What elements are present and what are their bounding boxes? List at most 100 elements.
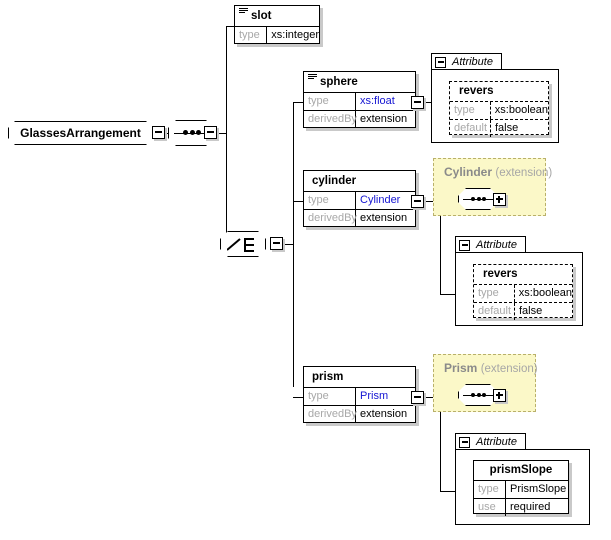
attribute-name: prismSlope (474, 461, 568, 480)
element-box-cylinder[interactable]: cylinder type Cylinder derivedBy extensi… (303, 170, 416, 227)
root-element-label: GlassesArrangement (20, 126, 141, 140)
sphere-collapse-toggle[interactable] (411, 96, 424, 109)
row-key: type (450, 102, 491, 119)
attribute-group-tab[interactable]: Attribute (455, 433, 526, 450)
row-value[interactable]: Prism (356, 388, 388, 405)
attribute-name: revers (474, 265, 572, 284)
row-value: extension (356, 111, 407, 128)
row-value[interactable]: xs:float (356, 93, 395, 110)
row-value: PrismSlope (506, 481, 566, 498)
extension-sequence-icon-cylinder[interactable] (458, 188, 498, 210)
element-row: type Prism (304, 387, 415, 405)
row-key: derivedBy (304, 406, 356, 423)
element-header-slot: slot (235, 6, 319, 26)
attribute-group-tab[interactable]: Attribute (431, 53, 502, 70)
element-box-slot[interactable]: slot type xs:integer (234, 5, 320, 44)
row-key: use (474, 499, 506, 516)
connector-branch-cylinder (293, 201, 303, 202)
extension-expand-toggle-prism[interactable] (493, 389, 506, 402)
attribute-row: default false (474, 302, 572, 320)
connector-branch-sphere (293, 102, 303, 103)
choice-collapse-toggle[interactable] (270, 237, 283, 250)
element-box-prism[interactable]: prism type Prism derivedBy extension (303, 366, 416, 423)
attribute-box-prismslope[interactable]: prismSlope type PrismSlope use required (473, 460, 569, 514)
row-key: default (474, 303, 515, 320)
choice-arm-mid (246, 244, 254, 246)
attribute-group-prism: Attribute prismSlope type PrismSlope use… (455, 433, 590, 525)
element-row: derivedBy extension (304, 110, 415, 128)
attribute-row: type xs:boolean (474, 284, 572, 302)
element-icon (308, 74, 317, 81)
row-value: xs:boolean (515, 285, 572, 302)
attribute-row: type xs:boolean (450, 101, 548, 119)
sequence-dot-2 (477, 197, 481, 201)
root-element-glassesarrangement[interactable]: GlassesArrangement (8, 121, 153, 145)
prism-collapse-toggle[interactable] (411, 391, 424, 404)
choice-arm-top (246, 238, 254, 240)
element-icon (239, 8, 248, 15)
element-header-prism: prism (304, 367, 415, 387)
sequence-dot-2 (477, 393, 481, 397)
attribute-group-collapse-toggle[interactable] (459, 240, 470, 251)
extension-expand-toggle-cylinder[interactable] (493, 193, 506, 206)
attribute-name: revers (450, 82, 548, 101)
row-value: extension (356, 210, 407, 227)
element-row: type xs:float (304, 92, 415, 110)
row-key: type (304, 388, 356, 405)
attribute-row: use required (474, 498, 568, 516)
attribute-row: default false (450, 119, 548, 137)
schema-diagram-canvas: GlassesArrangement slot type xs:integer (0, 0, 611, 540)
row-value: false (491, 120, 518, 137)
extension-box-prism: Prism (extension) (433, 354, 536, 412)
extension-box-cylinder: Cylinder (extension) (433, 158, 546, 216)
element-row: derivedBy extension (304, 405, 415, 423)
element-name-cylinder: cylinder (312, 175, 356, 187)
extension-title-prism: Prism (extension) (444, 361, 538, 375)
connector-branch-prism (293, 397, 303, 398)
sequence-dot-1 (471, 197, 475, 201)
attribute-box-revers[interactable]: revers type xs:boolean default false (473, 264, 573, 318)
element-name-sphere: sphere (320, 76, 358, 88)
row-key: type (304, 93, 356, 110)
sequence-dot-3 (482, 393, 486, 397)
row-value[interactable]: Cylinder (356, 192, 400, 209)
choice-compositor-icon[interactable] (220, 231, 266, 257)
element-box-sphere[interactable]: sphere type xs:float derivedBy extension (303, 71, 416, 128)
element-row: type Cylinder (304, 191, 415, 209)
sequence-dot-2 (190, 130, 195, 135)
row-key: derivedBy (304, 111, 356, 128)
cylinder-collapse-toggle[interactable] (411, 195, 424, 208)
choice-arm-bottom (246, 250, 254, 252)
row-key: derivedBy (304, 210, 356, 227)
sequence-collapse-toggle[interactable] (204, 126, 217, 139)
choice-diagonal (227, 238, 241, 252)
attribute-group-collapse-toggle[interactable] (435, 57, 446, 68)
extension-kind: (extension) (481, 363, 538, 375)
row-key: type (474, 285, 515, 302)
attribute-group-label: Attribute (476, 436, 517, 448)
row-value: false (515, 303, 542, 320)
attribute-group-label: Attribute (476, 239, 517, 251)
extension-type-name: Prism (444, 361, 477, 375)
row-key: type (235, 27, 267, 44)
attribute-box-revers[interactable]: revers type xs:boolean default false (449, 81, 549, 135)
element-name-slot: slot (251, 10, 271, 22)
extension-title-cylinder: Cylinder (extension) (444, 165, 552, 179)
sequence-dot-3 (482, 197, 486, 201)
row-value: xs:integer (267, 27, 319, 44)
attribute-group-label: Attribute (452, 56, 493, 68)
root-collapse-toggle[interactable] (152, 126, 165, 139)
element-name-prism: prism (312, 371, 343, 383)
row-value: xs:boolean (491, 102, 548, 119)
extension-sequence-icon-prism[interactable] (458, 384, 498, 406)
row-key: type (474, 481, 506, 498)
connector-sequence-trunk (226, 26, 227, 244)
row-value: required (506, 499, 550, 516)
attribute-group-sphere: Attribute revers type xs:boolean default… (431, 53, 559, 143)
attribute-group-collapse-toggle[interactable] (459, 437, 470, 448)
connector-choice-trunk (293, 102, 294, 387)
extension-type-name: Cylinder (444, 165, 492, 179)
attribute-group-tab[interactable]: Attribute (455, 236, 526, 253)
extension-kind: (extension) (495, 167, 552, 179)
attribute-group-cylinder: Attribute revers type xs:boolean default… (455, 236, 583, 326)
